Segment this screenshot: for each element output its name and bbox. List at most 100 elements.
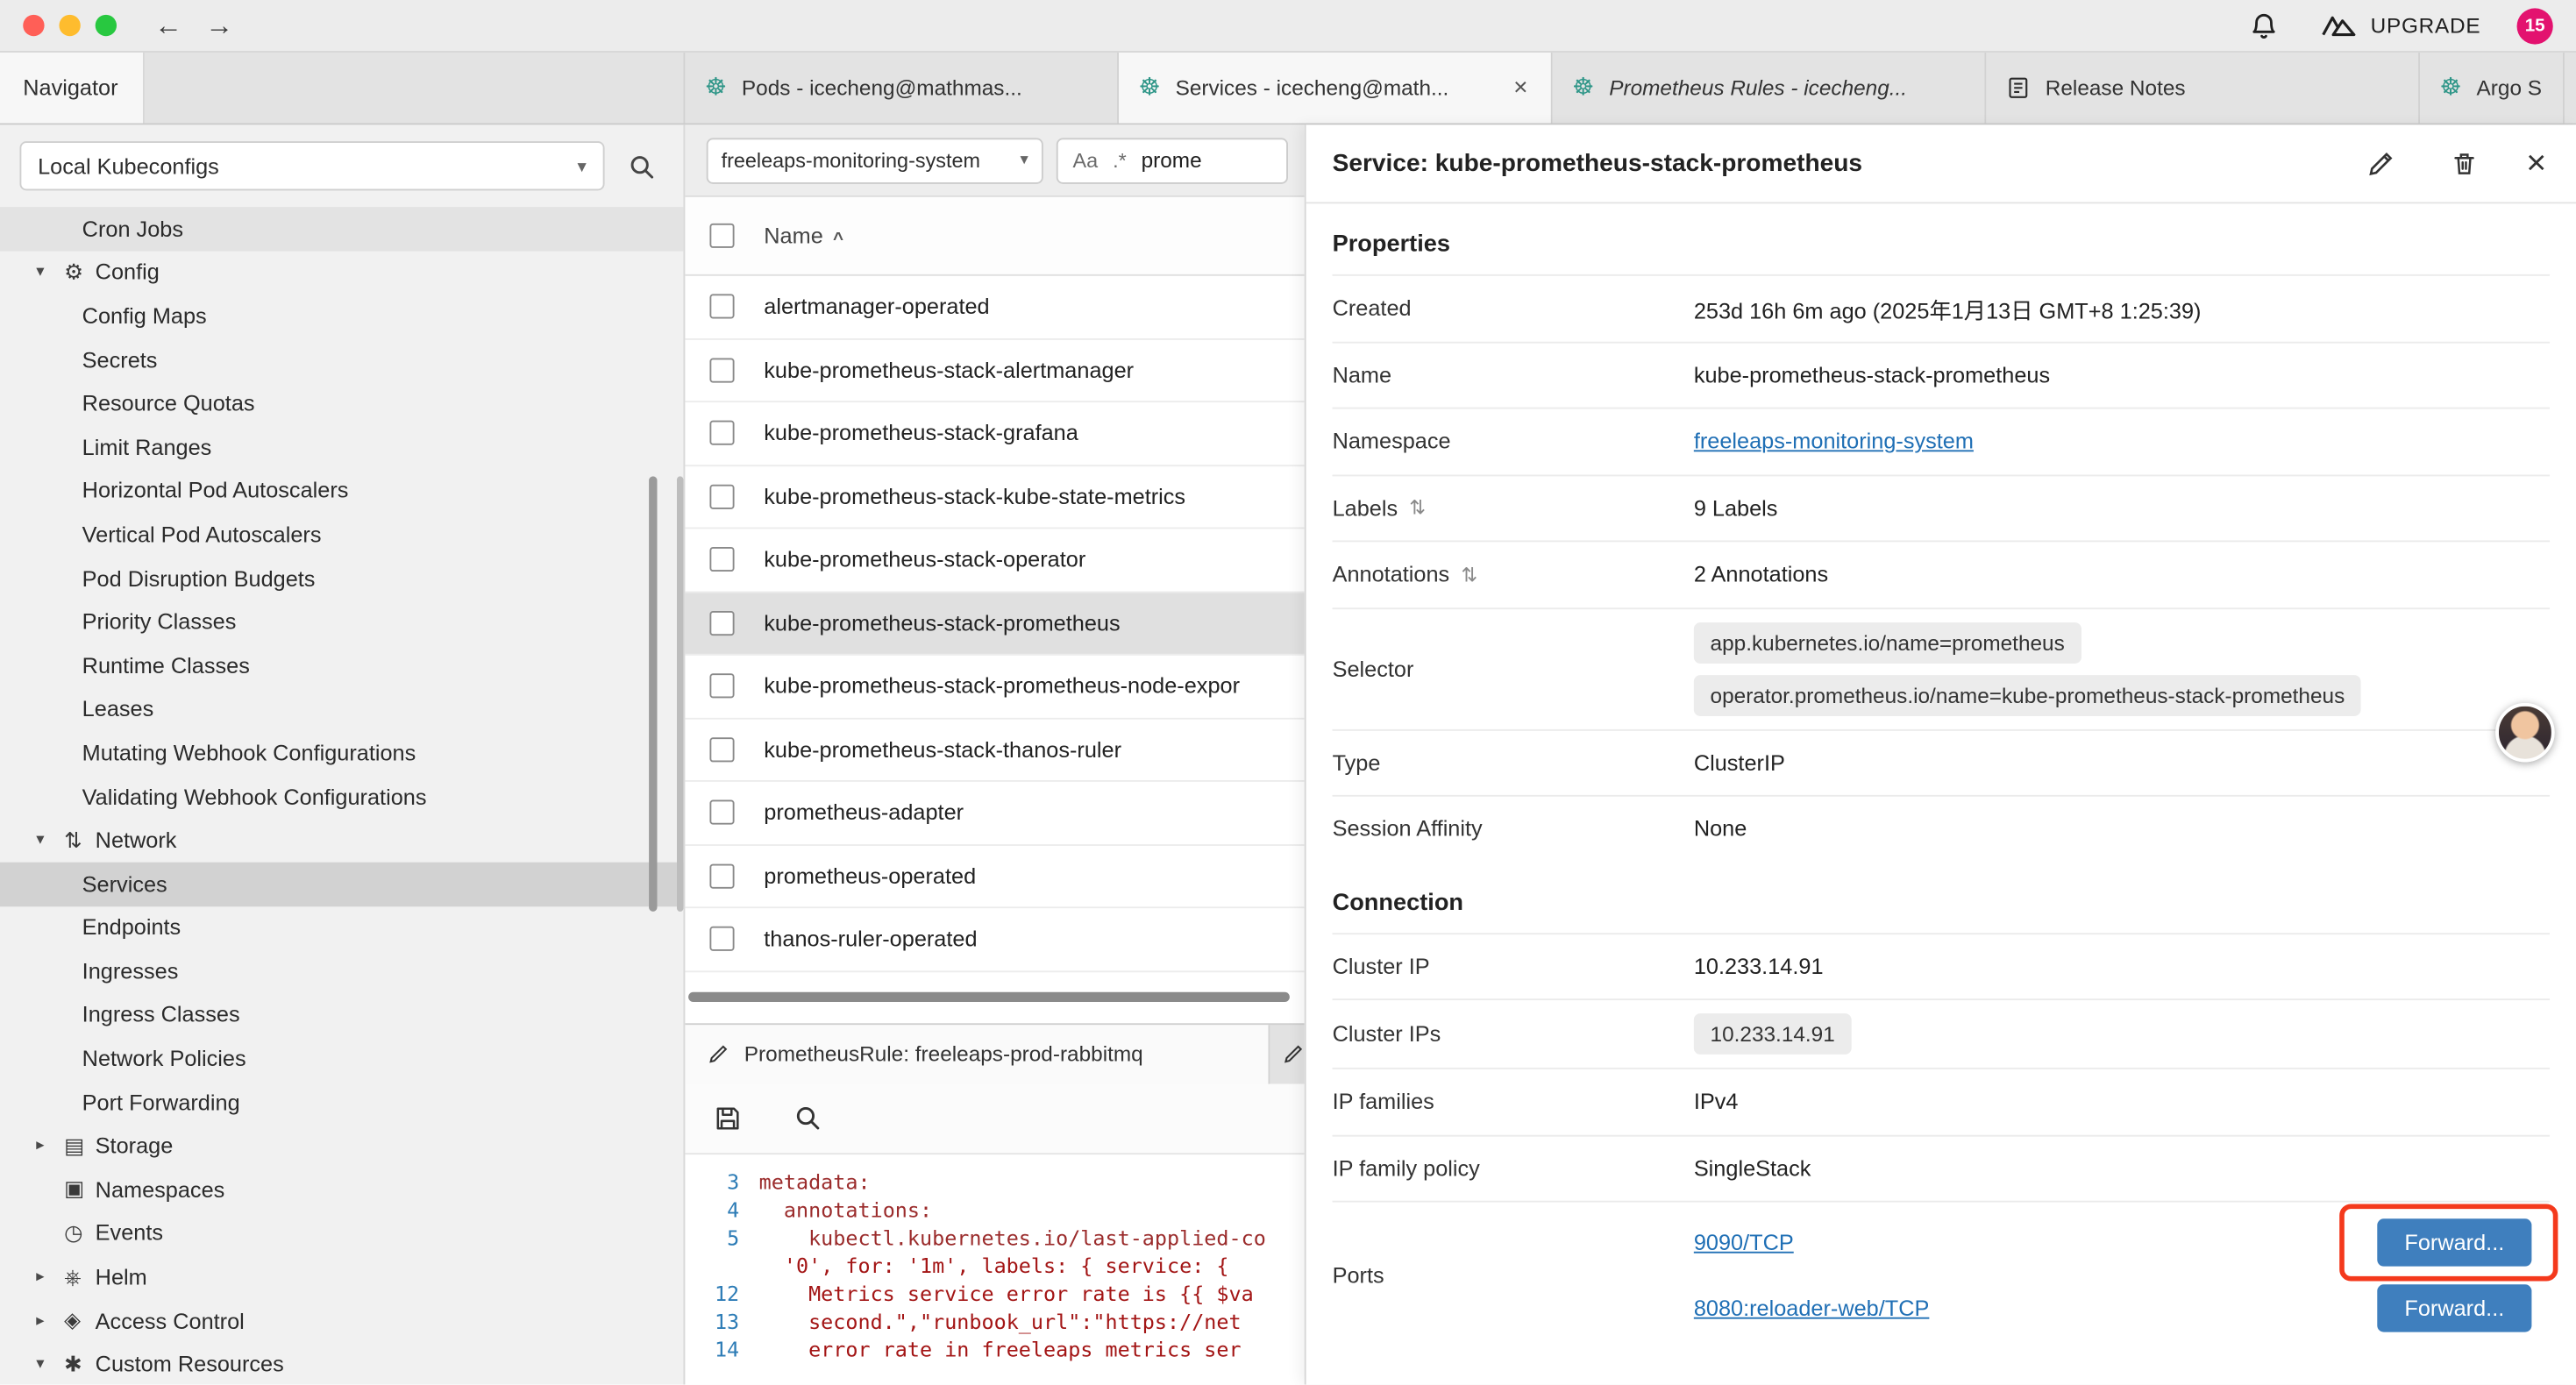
caret-right-icon[interactable]: ▸ <box>36 1268 64 1287</box>
sort-toggle-icon[interactable]: ⇅ <box>1461 563 1477 586</box>
code-text: annotations: <box>784 1195 932 1223</box>
sidebar-item-events[interactable]: ◷Events <box>0 1211 683 1255</box>
sidebar-item-access-control[interactable]: ▸◈Access Control <box>0 1299 683 1343</box>
row-checkbox[interactable] <box>709 737 734 762</box>
port-link[interactable]: 8080:reloader-web/TCP <box>1694 1295 1930 1319</box>
sidebar-item-leases[interactable]: Leases <box>0 687 683 731</box>
tab-2[interactable]: ☸Services - icecheng@math...× <box>1119 53 1553 124</box>
section-title: Connection <box>1333 862 2550 933</box>
upgrade-button[interactable]: UPGRADE <box>2320 13 2481 38</box>
sidebar-item-endpoints[interactable]: Endpoints <box>0 906 683 949</box>
sidebar-item-helm[interactable]: ▸⎈Helm <box>0 1255 683 1299</box>
table-row[interactable]: thanos-ruler-operated <box>685 908 1304 971</box>
sidebar-item-port-forwarding[interactable]: Port Forwarding <box>0 1081 683 1125</box>
sidebar-scrollbar[interactable] <box>649 476 657 912</box>
dock-tab-prometheusrule[interactable]: PrometheusRule: freeleaps-prod-rabbitmq <box>685 1024 1270 1083</box>
editor-search-icon[interactable] <box>787 1098 827 1138</box>
forward-arrow-icon[interactable]: → <box>205 9 233 41</box>
edit-pencil-icon[interactable] <box>2362 144 2402 183</box>
close-window-button[interactable] <box>23 15 44 36</box>
caret-down-icon[interactable]: ▾ <box>36 831 64 849</box>
dock-tab-partial[interactable] <box>1270 1024 1304 1083</box>
table-row[interactable]: kube-prometheus-stack-prometheus <box>685 592 1304 655</box>
table-row[interactable]: kube-prometheus-stack-grafana <box>685 402 1304 465</box>
sidebar-item-custom-resources[interactable]: ▾✱Custom Resources <box>0 1343 683 1385</box>
user-avatar[interactable] <box>2495 703 2554 762</box>
minimize-window-button[interactable] <box>59 15 80 36</box>
sidebar-item-network-policies[interactable]: Network Policies <box>0 1037 683 1081</box>
sidebar-item-config[interactable]: ▾⚙Config <box>0 251 683 295</box>
forward-button[interactable]: Forward... <box>2377 1218 2531 1265</box>
maximize-window-button[interactable] <box>96 15 117 36</box>
table-row[interactable]: prometheus-operated <box>685 845 1304 908</box>
namespace-link[interactable]: freeleaps-monitoring-system <box>1694 430 1974 454</box>
namespace-filter-select[interactable]: freeleaps-monitoring-system ▾ <box>707 137 1043 182</box>
sidebar-item-services[interactable]: Services <box>0 863 683 906</box>
match-case-toggle[interactable]: Aa <box>1073 149 1099 172</box>
table-row[interactable]: prometheus-adapter <box>685 782 1304 845</box>
row-checkbox[interactable] <box>709 863 734 888</box>
sidebar-item-horizontal-pod-autoscalers[interactable]: Horizontal Pod Autoscalers <box>0 469 683 513</box>
sidebar-item-network[interactable]: ▾⇅Network <box>0 819 683 863</box>
row-checkbox[interactable] <box>709 547 734 572</box>
sidebar-item-mutating-webhook-configurations[interactable]: Mutating Webhook Configurations <box>0 731 683 775</box>
tab-5[interactable]: ☸Argo S <box>2420 53 2565 124</box>
tab-4[interactable]: Release Notes <box>1986 53 2420 124</box>
regex-toggle[interactable]: .* <box>1113 149 1127 172</box>
trash-icon[interactable] <box>2444 144 2484 183</box>
tab-1[interactable]: ☸Pods - icecheng@mathmas... <box>685 53 1119 124</box>
select-all-checkbox[interactable] <box>709 224 734 248</box>
row-checkbox[interactable] <box>709 484 734 508</box>
sidebar-item-validating-webhook-configurations[interactable]: Validating Webhook Configurations <box>0 775 683 819</box>
row-checkbox[interactable] <box>709 421 734 445</box>
sidebar-item-pod-disruption-budgets[interactable]: Pod Disruption Budgets <box>0 557 683 600</box>
forward-button[interactable]: Forward... <box>2377 1283 2531 1331</box>
row-checkbox[interactable] <box>709 358 734 382</box>
sidebar-item-resource-quotas[interactable]: Resource Quotas <box>0 381 683 425</box>
row-checkbox[interactable] <box>709 674 734 699</box>
list-search-input[interactable]: Aa .* prome <box>1057 137 1288 182</box>
close-icon[interactable]: × <box>2526 146 2546 181</box>
table-row[interactable]: alertmanager-operated <box>685 276 1304 339</box>
caret-right-icon[interactable]: ▸ <box>36 1137 64 1155</box>
table-row[interactable]: kube-prometheus-stack-operator <box>685 529 1304 592</box>
back-arrow-icon[interactable]: ← <box>154 9 182 41</box>
notification-count-badge[interactable]: 15 <box>2517 7 2553 43</box>
notifications-bell-icon[interactable] <box>2244 6 2283 46</box>
caret-right-icon[interactable]: ▸ <box>36 1311 64 1330</box>
row-checkbox[interactable] <box>709 800 734 825</box>
sidebar-item-limit-ranges[interactable]: Limit Ranges <box>0 425 683 469</box>
table-row[interactable]: kube-prometheus-stack-prometheus-node-ex… <box>685 656 1304 719</box>
name-column-header[interactable]: Name ^ <box>764 224 843 248</box>
sidebar-item-cron-jobs[interactable]: Cron Jobs <box>0 207 683 251</box>
close-tab-icon[interactable]: × <box>1510 74 1531 102</box>
sidebar-item-config-maps[interactable]: Config Maps <box>0 295 683 338</box>
caret-down-icon[interactable]: ▾ <box>36 1355 64 1374</box>
sidebar-item-secrets[interactable]: Secrets <box>0 338 683 382</box>
sort-toggle-icon[interactable]: ⇅ <box>1409 496 1426 519</box>
sidebar-item-namespaces[interactable]: ▣Namespaces <box>0 1168 683 1211</box>
sidebar-scrollbar-outer[interactable] <box>677 476 683 912</box>
caret-down-icon[interactable]: ▾ <box>36 264 64 282</box>
sidebar-item-ingresses[interactable]: Ingresses <box>0 949 683 993</box>
horizontal-scrollbar[interactable] <box>688 992 1290 1002</box>
row-checkbox[interactable] <box>709 611 734 636</box>
table-row[interactable]: kube-prometheus-stack-alertmanager <box>685 339 1304 402</box>
sidebar-item-runtime-classes[interactable]: Runtime Classes <box>0 643 683 687</box>
yaml-editor[interactable]: 3metadata:4 annotations:5 kubectl.kubern… <box>685 1154 1304 1384</box>
kubeconfig-select[interactable]: Local Kubeconfigs ▾ <box>19 141 604 190</box>
port-link[interactable]: 9090/TCP <box>1694 1229 1794 1254</box>
tab-navigator[interactable]: Navigator <box>0 53 145 124</box>
sidebar-item-storage[interactable]: ▸▤Storage <box>0 1125 683 1168</box>
sidebar-search-icon[interactable] <box>621 146 660 186</box>
table-row[interactable]: kube-prometheus-stack-thanos-ruler <box>685 719 1304 782</box>
sidebar-item-ingress-classes[interactable]: Ingress Classes <box>0 993 683 1037</box>
table-row[interactable]: kube-prometheus-stack-kube-state-metrics <box>685 465 1304 529</box>
row-checkbox[interactable] <box>709 927 734 951</box>
sidebar-item-priority-classes[interactable]: Priority Classes <box>0 600 683 644</box>
sidebar-item-vertical-pod-autoscalers[interactable]: Vertical Pod Autoscalers <box>0 513 683 557</box>
sidebar-item-label: Endpoints <box>82 915 181 940</box>
row-checkbox[interactable] <box>709 295 734 319</box>
tab-3[interactable]: ☸Prometheus Rules - icecheng... <box>1553 53 1987 124</box>
save-icon[interactable] <box>708 1098 748 1138</box>
